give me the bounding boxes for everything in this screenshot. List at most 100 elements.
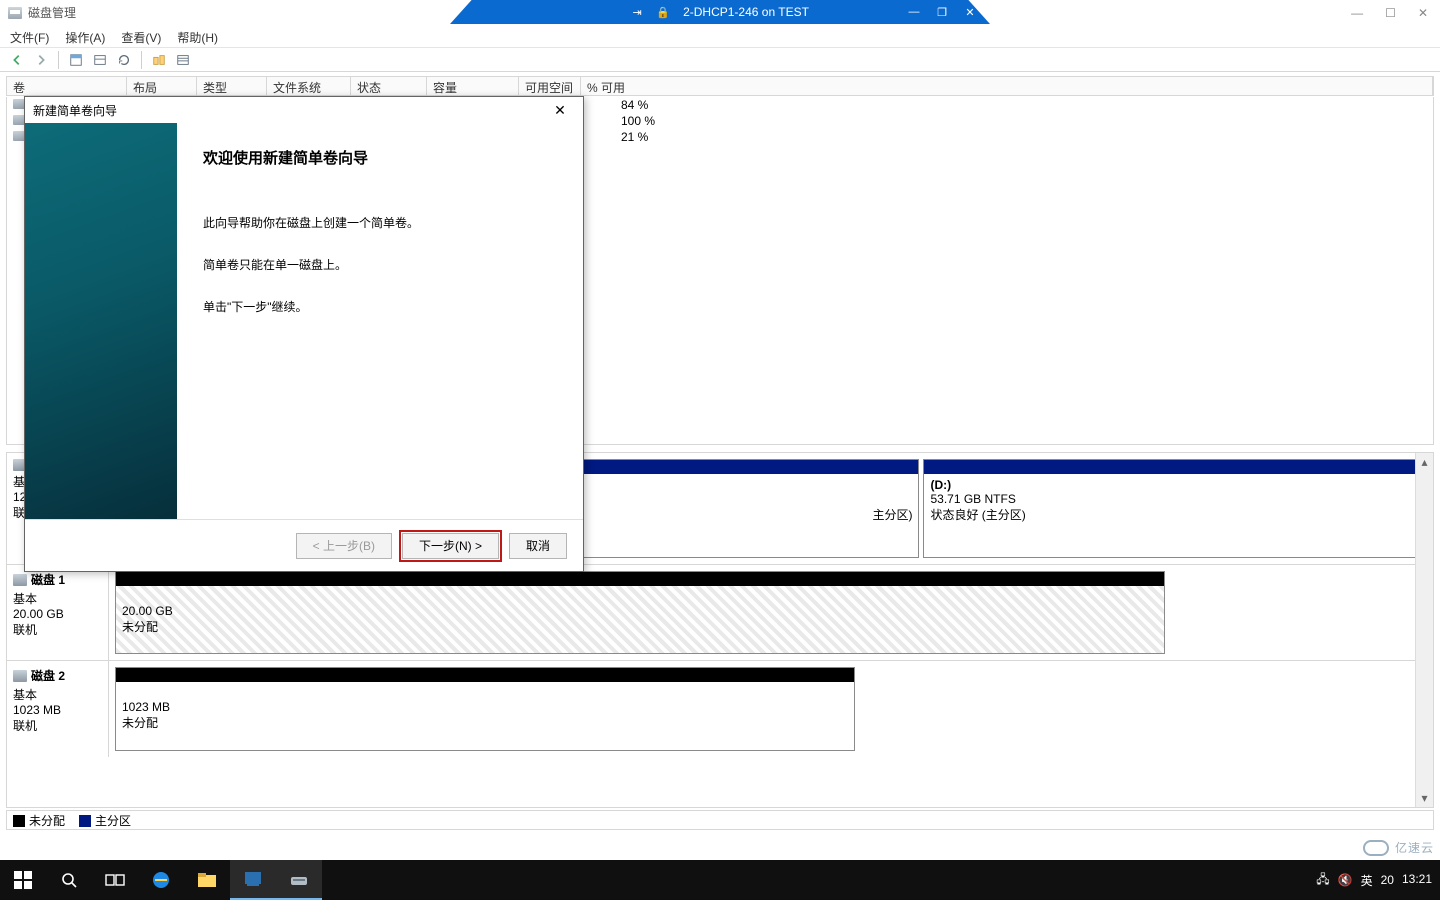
new-simple-volume-wizard: 新建简单卷向导 ✕ 欢迎使用新建简单卷向导 此向导帮助你在磁盘上创建一个简单卷。… [24,96,584,572]
volume-pct: 84 % [615,97,654,113]
col-free[interactable]: 可用空间 [519,77,581,95]
col-pct-free[interactable]: % 可用 [581,77,1433,95]
partition-size: 20.00 GB [122,604,1158,618]
menu-file[interactable]: 文件(F) [10,29,49,44]
partition-header-bar [116,668,854,682]
vm-restore-button[interactable]: ❐ [936,6,948,18]
volume-list-header: 卷 布局 类型 文件系统 状态 容量 可用空间 % 可用 [6,76,1434,96]
disk-name: 磁盘 2 [31,667,65,684]
col-filesystem[interactable]: 文件系统 [267,77,351,95]
taskbar-ie[interactable] [138,860,184,900]
toolbar-btn-2[interactable] [89,50,111,70]
vm-connection-bar: ⇥ 🔒 2-DHCP1-246 on TEST — ❐ ✕ [450,0,990,24]
taskbar-explorer[interactable] [184,860,230,900]
os-close-button[interactable]: ✕ [1418,6,1428,20]
disk-2-info[interactable]: 磁盘 2 基本 1023 MB 联机 [7,661,109,757]
tray-clock[interactable]: 13:21 [1402,873,1432,886]
disk-2-block: 磁盘 2 基本 1023 MB 联机 1023 MB 未分配 [7,661,1433,757]
start-button[interactable] [0,860,46,900]
forward-button[interactable] [30,50,52,70]
scroll-down-icon[interactable]: ▾ [1416,789,1433,807]
partition-header-bar [924,460,1426,474]
vm-close-button[interactable]: ✕ [964,6,976,18]
vm-min-button[interactable]: — [908,6,920,18]
tray-network-icon[interactable]: 🖧 [1316,870,1329,891]
disk-1-block: 磁盘 1 基本 20.00 GB 联机 20.00 GB 未分配 [7,565,1433,661]
swatch-navy [79,815,91,827]
legend-unallocated: 未分配 [13,812,65,829]
app-title-text: 磁盘管理 [28,4,76,21]
disk-2-unallocated[interactable]: 1023 MB 未分配 [115,667,855,751]
disk-size: 20.00 GB [13,607,102,621]
partition-status: 未分配 [122,714,848,731]
refresh-button[interactable] [113,50,135,70]
disk-name: 磁盘 1 [31,571,65,588]
tray-ime2[interactable]: 20 [1381,873,1394,887]
watermark: 亿速云 [1363,839,1434,856]
legend: 未分配 主分区 [6,810,1434,830]
task-view-button[interactable] [92,860,138,900]
wizard-close-button[interactable]: ✕ [545,102,575,119]
disk-icon [13,574,27,586]
pin-icon[interactable]: ⇥ [631,6,643,18]
wizard-back-button: < 上一步(B) [296,533,392,559]
col-type[interactable]: 类型 [197,77,267,95]
back-button[interactable] [6,50,28,70]
wizard-cancel-button[interactable]: 取消 [509,533,567,559]
disk-status: 联机 [13,717,102,734]
wizard-title: 新建简单卷向导 [33,102,117,119]
toolbar-btn-4[interactable] [172,50,194,70]
volume-pct: 21 % [615,129,654,145]
taskbar-active-app-1[interactable] [230,860,276,900]
wizard-para-1: 此向导帮助你在磁盘上创建一个简单卷。 [203,214,561,232]
disk-1-unallocated[interactable]: 20.00 GB 未分配 [115,571,1165,654]
wizard-next-button[interactable]: 下一步(N) > [402,533,499,559]
disk-icon [8,7,22,19]
partition-size: 53.71 GB NTFS [930,492,1420,506]
legend-primary: 主分区 [79,812,131,829]
scroll-up-icon[interactable]: ▴ [1416,453,1433,471]
tray-ime[interactable]: 英 [1361,872,1373,889]
disk-type: 基本 [13,590,102,607]
watermark-text: 亿速云 [1395,839,1434,856]
toolbar-btn-3[interactable] [148,50,170,70]
col-status[interactable]: 状态 [351,77,427,95]
wizard-para-3: 单击"下一步"继续。 [203,298,561,316]
taskbar: 🖧 🔇 英 20 13:21 [0,860,1440,900]
search-button[interactable] [46,860,92,900]
menu-help[interactable]: 帮助(H) [177,29,218,44]
volume-pct: 100 % [615,113,661,129]
col-capacity[interactable]: 容量 [427,77,519,95]
disk-size: 1023 MB [13,703,102,717]
disk-0-partition-d[interactable]: (D:) 53.71 GB NTFS 状态良好 (主分区) [923,459,1427,558]
tray-volume-icon[interactable]: 🔇 [1338,873,1353,887]
col-volume[interactable]: 卷 [7,77,127,95]
lock-icon: 🔒 [657,6,669,18]
disk-area-scrollbar[interactable]: ▴ ▾ [1415,453,1433,807]
menu-action[interactable]: 操作(A) [65,29,105,44]
disk-icon [13,670,27,682]
os-min-button[interactable]: — [1351,6,1363,20]
col-layout[interactable]: 布局 [127,77,197,95]
taskbar-active-app-2[interactable] [276,860,322,900]
wizard-sidebar-graphic [25,123,177,519]
system-tray[interactable]: 🖧 🔇 英 20 13:21 [1308,870,1440,891]
os-max-button[interactable]: ☐ [1385,6,1396,20]
partition-status: 状态良好 (主分区) [930,506,1420,523]
toolbar-btn-1[interactable] [65,50,87,70]
menu-view[interactable]: 查看(V) [121,29,161,44]
legend-primary-label: 主分区 [95,814,131,828]
disk-status: 联机 [13,621,102,638]
tray-time: 13:21 [1402,873,1432,886]
partition-header-bar [116,572,1164,586]
menu-bar: 文件(F) 操作(A) 查看(V) 帮助(H) [0,26,1440,48]
swatch-black [13,815,25,827]
vm-title: 2-DHCP1-246 on TEST [683,5,809,19]
legend-unalloc-label: 未分配 [29,814,65,828]
wizard-heading: 欢迎使用新建简单卷向导 [203,147,561,168]
wizard-para-2: 简单卷只能在单一磁盘上。 [203,256,561,274]
cloud-icon [1363,840,1389,856]
disk-1-info[interactable]: 磁盘 1 基本 20.00 GB 联机 [7,565,109,660]
partition-label: (D:) [930,478,1420,492]
app-title: 磁盘管理 [8,4,76,21]
